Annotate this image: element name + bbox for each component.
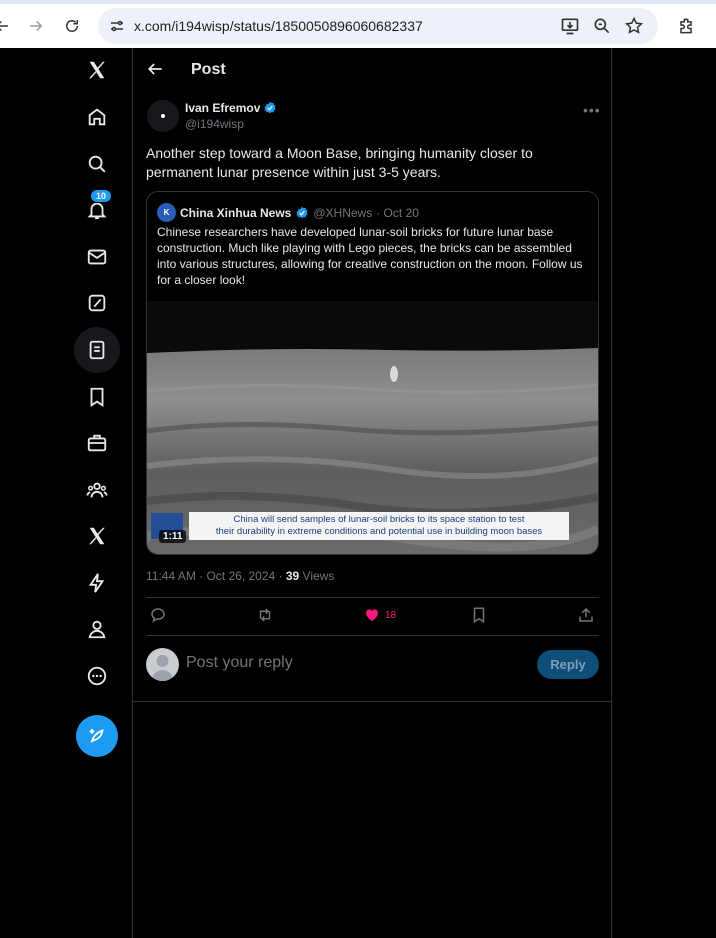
browser-toolbar: x.com/i194wisp/status/185005089606068233… <box>0 0 716 48</box>
heart-icon <box>366 609 378 621</box>
like-count: 18 <box>385 609 397 621</box>
author-info[interactable]: Ivan Efremov @i194wisp <box>185 101 277 131</box>
extensions-icon[interactable] <box>674 14 698 38</box>
reload-icon[interactable] <box>60 14 84 38</box>
main-column: Post Ivan Efremov @i194wisp ••• Another … <box>132 48 612 938</box>
more-options-icon[interactable] <box>74 653 120 699</box>
premium-x-icon[interactable] <box>74 513 120 559</box>
verified-badge-icon <box>264 101 276 114</box>
share-icon <box>579 607 593 622</box>
notifications-icon[interactable]: 10 <box>74 187 120 233</box>
zoom-icon[interactable] <box>592 16 612 36</box>
communities-icon[interactable] <box>74 467 120 513</box>
quoted-author-name[interactable]: China Xinhua News <box>180 206 291 220</box>
address-bar[interactable]: x.com/i194wisp/status/185005089606068233… <box>98 8 658 44</box>
reply-input[interactable]: Post your reply <box>186 654 293 672</box>
user-avatar[interactable] <box>146 648 179 681</box>
feather-plus-icon <box>89 729 104 743</box>
messages-icon[interactable] <box>74 234 120 280</box>
bookmark-star-icon[interactable] <box>624 16 644 36</box>
post-header: Post <box>133 48 611 92</box>
search-icon[interactable] <box>74 141 120 187</box>
divider <box>146 635 599 636</box>
repost-action[interactable] <box>256 606 274 624</box>
post-text: Another step toward a Moon Base, bringin… <box>146 145 533 180</box>
home-icon[interactable] <box>74 94 120 140</box>
site-settings-icon[interactable] <box>108 17 126 35</box>
author-avatar[interactable] <box>147 100 179 132</box>
reply-action[interactable] <box>149 606 167 624</box>
back-arrow-icon[interactable] <box>0 14 14 38</box>
bookmark-action[interactable] <box>470 606 488 624</box>
quoted-text: Chinese researchers have developed lunar… <box>157 225 583 287</box>
url-text[interactable]: x.com/i194wisp/status/185005089606068233… <box>134 18 423 34</box>
action-bar: 18 <box>146 603 599 629</box>
video-caption: China will send samples of lunar-soil br… <box>189 512 569 540</box>
jobs-icon[interactable] <box>74 420 120 466</box>
bookmarks-icon[interactable] <box>74 374 120 420</box>
post-timestamp[interactable]: 11:44 AM · Oct 26, 2024 · <box>146 569 286 583</box>
video-player[interactable]: China will send samples of lunar-soil br… <box>147 301 598 554</box>
view-count: 39 <box>285 569 300 583</box>
compose-post-button[interactable] <box>76 715 118 757</box>
install-app-icon[interactable] <box>560 16 580 36</box>
quoted-avatar[interactable]: K <box>157 203 176 222</box>
profile-icon[interactable] <box>74 606 120 652</box>
bookmark-icon <box>473 607 485 624</box>
reply-icon <box>151 608 165 623</box>
reply-button[interactable]: Reply <box>537 650 599 679</box>
quoted-date: · Oct 20 <box>376 205 419 220</box>
page-title: Post <box>191 61 226 78</box>
repost-icon <box>259 608 271 622</box>
reply-composer: Post your reply Reply <box>146 648 599 682</box>
verified-orgs-icon[interactable] <box>74 560 120 606</box>
share-action[interactable] <box>577 606 595 624</box>
back-arrow-icon[interactable] <box>145 59 165 79</box>
more-icon[interactable]: ••• <box>583 102 601 118</box>
divider <box>133 701 611 702</box>
author-handle[interactable]: @i194wisp <box>185 117 277 131</box>
forward-arrow-icon[interactable] <box>24 14 48 38</box>
post-meta: 11:44 AM · Oct 26, 2024 · 39 Views <box>146 569 335 583</box>
divider <box>146 597 599 598</box>
quoted-author-handle[interactable]: @XHNews <box>313 206 372 220</box>
x-logo-icon[interactable] <box>74 47 120 93</box>
lists-icon[interactable] <box>74 327 120 373</box>
verified-badge-icon <box>296 206 308 218</box>
notification-badge: 10 <box>90 189 113 203</box>
quoted-post[interactable]: K China Xinhua News @XHNews · Oct 20 Chi… <box>146 191 599 555</box>
grok-icon[interactable] <box>74 280 120 326</box>
video-duration: 1:11 <box>159 530 187 543</box>
like-action[interactable]: 18 <box>363 606 396 624</box>
author-name[interactable]: Ivan Efremov <box>185 101 260 115</box>
